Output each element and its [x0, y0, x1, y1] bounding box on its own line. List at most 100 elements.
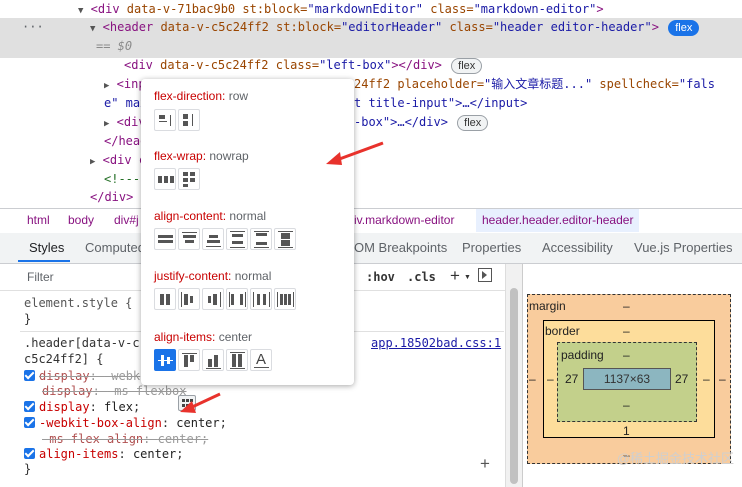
decl-checkbox[interactable]: [24, 448, 35, 459]
attr-value: "left-box": [319, 58, 392, 72]
align-content-space-between-icon[interactable]: [250, 228, 272, 250]
attr-value: "输入文章标题...": [484, 77, 593, 91]
breadcrumb-body[interactable]: body: [68, 213, 94, 227]
dom-node-input[interactable]: ▶ <inp: [104, 75, 146, 94]
margin-top-value[interactable]: –: [623, 299, 630, 313]
dom-comment: <!---: [104, 172, 141, 186]
dom-node-editor-header[interactable]: ▼ <header data-v-c5c24ff2 st:block="edit…: [90, 18, 700, 37]
justify-content-center-icon[interactable]: [154, 288, 176, 310]
border-right-value[interactable]: –: [703, 372, 710, 386]
align-items-baseline-icon[interactable]: A: [250, 349, 272, 371]
flex-direction-label: flex-direction: row: [154, 89, 249, 103]
add-declaration-button[interactable]: +: [480, 454, 490, 474]
toggle-sidebar-icon[interactable]: [478, 268, 492, 282]
align-content-flex-end-icon[interactable]: [202, 228, 224, 250]
elements-dom-tree: ▼ <div data-v-71bac9b0 st:block="markdow…: [0, 0, 742, 208]
tag-open: <header: [102, 20, 161, 34]
justify-content-space-around-icon[interactable]: [250, 288, 272, 310]
align-items-flex-start-icon[interactable]: [178, 349, 200, 371]
breadcrumb-markdown-editor[interactable]: iv.markdown-editor: [354, 213, 454, 227]
tag-open: <div: [90, 2, 127, 16]
expand-triangle-icon[interactable]: ▶: [104, 119, 109, 129]
attr-name: class=: [423, 2, 474, 16]
flex-wrap-nowrap-icon[interactable]: [154, 168, 176, 190]
dom-node-left-box[interactable]: <div data-v-c5c24ff2 class="left-box"></…: [124, 56, 483, 75]
tab-dom-breakpoints[interactable]: OM Breakpoints: [354, 240, 447, 255]
filter-input[interactable]: Filter: [27, 270, 54, 284]
align-items-center-icon[interactable]: [154, 349, 176, 371]
decl-ms-flex-align[interactable]: -ms-flex-align: center;: [42, 431, 208, 447]
expand-triangle-icon[interactable]: ▶: [104, 81, 109, 91]
flex-badge[interactable]: flex: [451, 58, 483, 74]
align-content-stretch-icon[interactable]: [274, 228, 296, 250]
dom-node-input-attrs: 24ff2 placeholder="输入文章标题..." spellcheck…: [354, 75, 715, 94]
border-left-value[interactable]: –: [547, 372, 554, 386]
styles-scrollbar[interactable]: [505, 264, 522, 487]
padding-bottom-value[interactable]: –: [623, 398, 630, 412]
scrollbar-thumb[interactable]: [510, 288, 518, 484]
border-bottom-value[interactable]: 1: [623, 424, 630, 438]
new-rule-chevron-icon[interactable]: ▼: [464, 274, 471, 281]
flex-badge[interactable]: flex: [668, 20, 700, 36]
decl-checkbox[interactable]: [24, 401, 35, 412]
justify-content-space-between-icon[interactable]: [226, 288, 248, 310]
padding-label: padding: [561, 348, 604, 362]
dom-node-div-close: </div>: [90, 190, 134, 204]
decl-display-ms-flexbox[interactable]: display: -ms-flexbox: [42, 383, 187, 399]
dom-node-div-2[interactable]: ▶ <div c: [90, 151, 146, 170]
justify-content-flex-start-icon[interactable]: [178, 288, 200, 310]
decl-align-items[interactable]: align-items: center;: [24, 446, 184, 462]
decl-display-flex[interactable]: display: flex;: [24, 399, 140, 415]
stylesheet-source-link[interactable]: app.18502bad.css:1: [371, 335, 501, 351]
tab-properties[interactable]: Properties: [462, 240, 521, 255]
attr-value: "markdownEditor": [307, 2, 423, 16]
align-content-center-icon[interactable]: [154, 228, 176, 250]
flex-direction-row-icon[interactable]: [154, 109, 176, 131]
padding-left-value[interactable]: 27: [565, 372, 578, 386]
breadcrumb-html[interactable]: html: [27, 213, 50, 227]
align-items-options: A: [154, 349, 272, 373]
new-rule-button[interactable]: +: [450, 266, 460, 286]
breadcrumb-div-j[interactable]: div#j: [114, 213, 139, 227]
padding-right-value[interactable]: 27: [675, 372, 688, 386]
rule-selector[interactable]: .header[data-v-c: [24, 335, 140, 351]
tab-vue-properties[interactable]: Vue.js Properties: [634, 240, 733, 255]
attr-value: "header editor-header": [492, 20, 652, 34]
breadcrumb-editor-header[interactable]: header.header.editor-header: [476, 209, 640, 232]
align-items-stretch-icon[interactable]: [226, 349, 248, 371]
decl-checkbox[interactable]: [24, 417, 35, 428]
hov-button[interactable]: :hov: [366, 270, 395, 284]
align-content-space-around-icon[interactable]: [226, 228, 248, 250]
tab-computed[interactable]: Computed: [85, 240, 145, 255]
dom-node-div[interactable]: ▶ <div: [104, 113, 146, 132]
align-items-flex-end-icon[interactable]: [202, 349, 224, 371]
margin-right-value[interactable]: –: [719, 372, 726, 386]
attr-value: -box">…</div>: [354, 115, 448, 129]
rule-selector-cont: c5c24ff2] {: [24, 352, 104, 366]
padding-top-value[interactable]: –: [623, 348, 630, 362]
tab-accessibility[interactable]: Accessibility: [542, 240, 613, 255]
margin-left-value[interactable]: –: [529, 372, 536, 386]
justify-content-flex-end-icon[interactable]: [202, 288, 224, 310]
align-content-flex-start-icon[interactable]: [178, 228, 200, 250]
element-style-selector[interactable]: element.style {: [24, 295, 132, 311]
flex-badge[interactable]: flex: [457, 115, 489, 131]
tab-styles[interactable]: Styles: [29, 240, 64, 255]
expand-triangle-icon[interactable]: ▼: [90, 24, 95, 34]
border-top-value[interactable]: –: [623, 324, 630, 338]
align-content-options: [154, 228, 296, 252]
dom-node-input-tail: t title-input">…</input>: [354, 94, 527, 113]
expand-triangle-icon[interactable]: ▼: [78, 6, 83, 16]
expand-triangle-icon[interactable]: ▶: [90, 157, 95, 167]
cls-button[interactable]: .cls: [407, 270, 436, 284]
flex-wrap-label: flex-wrap: nowrap: [154, 149, 249, 163]
flex-wrap-wrap-icon[interactable]: [178, 168, 200, 190]
dom-dots-icon[interactable]: ···: [22, 18, 44, 37]
close-brace: }: [24, 312, 32, 326]
decl-display-webkit[interactable]: display: -webk: [24, 368, 140, 384]
justify-content-space-evenly-icon[interactable]: [274, 288, 296, 310]
content-box[interactable]: 1137×63: [583, 368, 671, 390]
dom-node-markdown-editor[interactable]: ▼ <div data-v-71bac9b0 st:block="markdow…: [78, 0, 604, 19]
flex-direction-column-icon[interactable]: [178, 109, 200, 131]
decl-checkbox[interactable]: [24, 370, 35, 381]
